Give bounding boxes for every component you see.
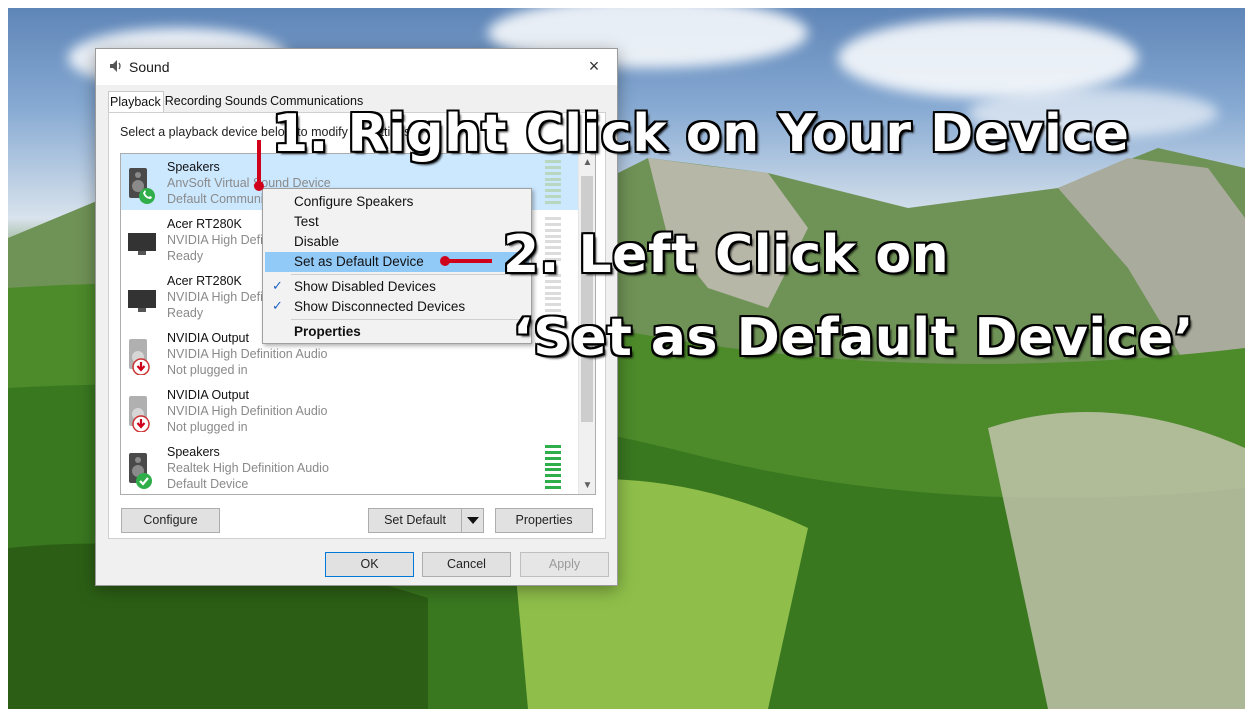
pointer-dot <box>254 181 264 191</box>
step1-annotation: 1. Right Click on Your Device <box>272 104 1130 164</box>
step2-annotation-line2: ‘Set as Default Device’ <box>513 308 1195 368</box>
pointer-dot <box>440 256 450 266</box>
step2-annotation-line1: 2. Left Click on <box>503 225 950 285</box>
